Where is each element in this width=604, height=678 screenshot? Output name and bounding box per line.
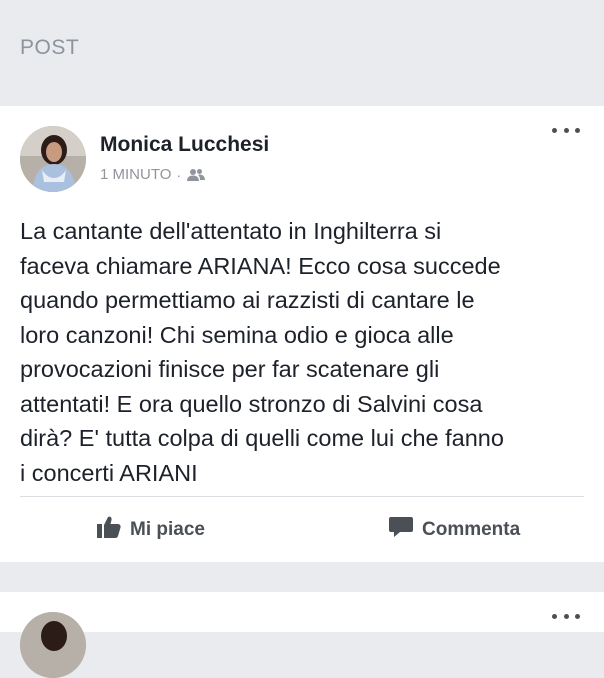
- section-header: POST: [0, 0, 604, 106]
- comment-button[interactable]: Commenta: [388, 510, 520, 550]
- like-button[interactable]: Mi piace: [96, 510, 205, 550]
- avatar[interactable]: [20, 612, 86, 678]
- more-dot-icon: [552, 127, 557, 133]
- post-card: Monica Lucchesi 1 MINUTO · La cantante d…: [0, 106, 604, 562]
- more-options-button[interactable]: [552, 610, 580, 622]
- more-dot-icon: [563, 127, 569, 133]
- comment-icon: [388, 515, 414, 545]
- avatar[interactable]: [20, 126, 86, 192]
- post-time[interactable]: 1 MINUTO: [100, 166, 171, 183]
- more-options-button[interactable]: [552, 124, 580, 136]
- divider: [20, 496, 584, 497]
- more-dot-icon: [575, 613, 580, 619]
- comment-label: Commenta: [422, 519, 521, 540]
- section-title: POST: [20, 36, 80, 59]
- avatar-image: [20, 126, 86, 192]
- like-label: Mi piace: [130, 519, 205, 540]
- meta-separator: ·: [176, 166, 182, 183]
- post-text: La cantante dell'attentato in Inghilterr…: [20, 218, 504, 486]
- post-meta: 1 MINUTO ·: [100, 166, 206, 183]
- more-dot-icon: [552, 613, 557, 619]
- more-dot-icon: [563, 613, 569, 619]
- friends-icon: [187, 168, 206, 182]
- avatar-image: [20, 612, 86, 678]
- more-dot-icon: [575, 127, 580, 133]
- next-post-card: [0, 592, 604, 678]
- author-name[interactable]: Monica Lucchesi: [100, 133, 269, 157]
- thumbs-up-icon: [96, 515, 122, 545]
